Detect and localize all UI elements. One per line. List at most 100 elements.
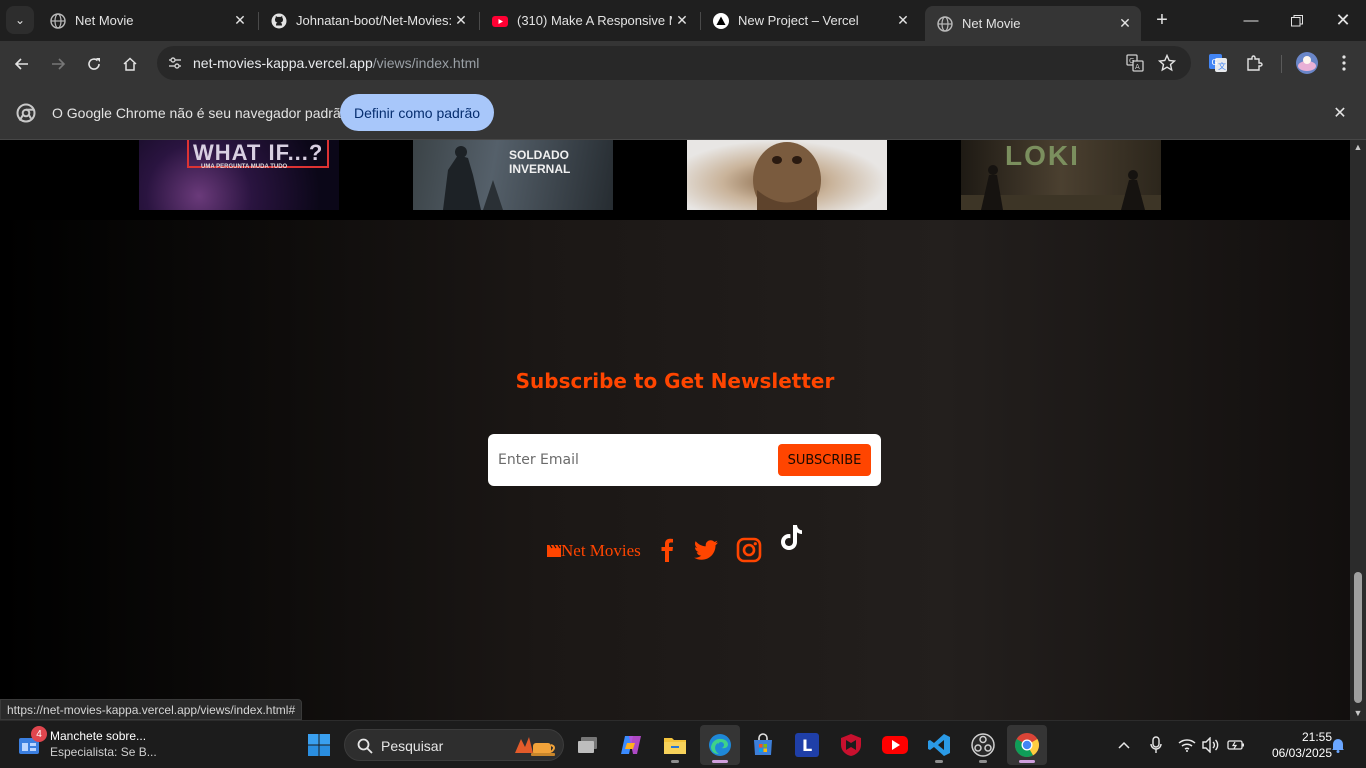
- infobar-message: O Google Chrome não é seu navegador padr…: [52, 105, 349, 121]
- google-translate-extension-icon[interactable]: G文: [1206, 51, 1230, 75]
- tab-youtube[interactable]: (310) Make A Responsive Mo ✕: [480, 0, 698, 41]
- home-button[interactable]: [116, 50, 144, 78]
- vscode-button[interactable]: [919, 725, 959, 765]
- subscribe-button[interactable]: SUBSCRIBE: [778, 444, 871, 476]
- clapperboard-icon: [547, 544, 561, 557]
- running-indicator: [979, 760, 987, 763]
- running-indicator: [671, 760, 679, 763]
- scrollbar-thumb[interactable]: [1354, 572, 1362, 703]
- mcafee-shield-icon: [841, 734, 861, 756]
- search-label: Pesquisar: [381, 738, 444, 754]
- task-view-button[interactable]: [568, 725, 608, 765]
- profile-avatar[interactable]: [1295, 51, 1319, 75]
- tab-github[interactable]: Johnatan-boot/Net-Movies: ✕: [259, 0, 477, 41]
- address-bar[interactable]: net-movies-kappa.vercel.app/views/index.…: [157, 46, 1191, 80]
- copilot-button[interactable]: [611, 725, 651, 765]
- l-app-icon: L: [795, 733, 819, 757]
- taskbar-search[interactable]: Pesquisar: [344, 729, 564, 761]
- battery-icon[interactable]: [1225, 733, 1247, 757]
- edge-button[interactable]: [700, 725, 740, 765]
- obs-button[interactable]: [963, 725, 1003, 765]
- what-if-poster[interactable]: WHAT IF...? UMA PERGUNTA MUDA TUDO: [139, 140, 339, 210]
- microphone-icon[interactable]: [1146, 733, 1166, 757]
- reload-button[interactable]: [80, 50, 108, 78]
- tab-net-movie-active[interactable]: Net Movie ✕: [925, 6, 1141, 41]
- youtube-app-button[interactable]: [875, 725, 915, 765]
- tab-strip: ⌄ Net Movie ✕ Johnatan-boot/Net-Movies: …: [0, 0, 1366, 41]
- bookmark-star-icon[interactable]: [1157, 53, 1177, 73]
- url-host: net-movies-kappa.vercel.app: [193, 55, 373, 71]
- instagram-icon[interactable]: [735, 536, 763, 564]
- forward-button[interactable]: [44, 50, 72, 78]
- notification-bell-icon[interactable]: [1328, 733, 1348, 757]
- start-button[interactable]: [299, 725, 339, 765]
- vscode-icon: [928, 734, 950, 756]
- scroll-down-arrow-icon[interactable]: ▼: [1353, 708, 1363, 718]
- site-info-icon[interactable]: [165, 53, 185, 73]
- tab-title: New Project – Vercel: [738, 13, 859, 28]
- chrome-icon: [1014, 733, 1040, 758]
- close-icon[interactable]: ✕: [451, 11, 471, 31]
- svg-text:G: G: [1212, 58, 1218, 67]
- microsoft-store-button[interactable]: [743, 725, 783, 765]
- page-scrollbar[interactable]: ▲ ▼: [1350, 140, 1366, 720]
- news-headline: Manchete sobre...: [50, 729, 147, 743]
- restore-button[interactable]: [1274, 0, 1320, 41]
- windows-taskbar: 4 Manchete sobre... Especialista: Se B..…: [0, 720, 1366, 768]
- close-icon[interactable]: ✕: [672, 11, 692, 31]
- news-widget[interactable]: 4 Manchete sobre... Especialista: Se B..…: [18, 726, 218, 761]
- translate-icon[interactable]: GA: [1125, 53, 1145, 73]
- movie-posters-row: WHAT IF...? UMA PERGUNTA MUDA TUDO SOLDA…: [0, 140, 1350, 220]
- groot-poster[interactable]: [687, 140, 887, 210]
- minimize-button[interactable]: —: [1228, 0, 1274, 41]
- new-tab-button[interactable]: +: [1150, 8, 1174, 32]
- obs-icon: [971, 733, 995, 757]
- extensions-puzzle-icon[interactable]: [1242, 51, 1266, 75]
- twitter-icon[interactable]: [692, 536, 720, 564]
- taskbar-clock[interactable]: 21:55 06/03/2025: [1252, 729, 1332, 761]
- search-highlight-icon: [515, 737, 555, 756]
- scroll-up-arrow-icon[interactable]: ▲: [1353, 142, 1363, 152]
- tab-net-movie[interactable]: Net Movie ✕: [38, 0, 256, 41]
- tab-search-button[interactable]: ⌄: [6, 6, 34, 34]
- tab-vercel[interactable]: New Project – Vercel ✕: [701, 0, 919, 41]
- email-input[interactable]: [498, 445, 758, 475]
- loki-poster[interactable]: LOKI: [961, 140, 1161, 210]
- news-subline: Especialista: Se B...: [50, 745, 157, 759]
- windows-logo-icon: [308, 734, 330, 756]
- close-icon[interactable]: ✕: [1330, 103, 1350, 123]
- tab-title: Johnatan-boot/Net-Movies:: [296, 13, 451, 28]
- poster-title: SOLDADO INVERNAL: [509, 148, 571, 176]
- default-browser-infobar: O Google Chrome não é seu navegador padr…: [0, 86, 1366, 140]
- set-default-button[interactable]: Definir como padrão: [340, 94, 494, 131]
- reload-icon: [88, 58, 100, 70]
- close-icon[interactable]: ✕: [1115, 14, 1135, 34]
- web-page: WHAT IF...? UMA PERGUNTA MUDA TUDO SOLDA…: [0, 140, 1350, 720]
- chrome-menu-icon[interactable]: [1332, 51, 1356, 75]
- close-icon[interactable]: ✕: [893, 11, 913, 31]
- tiktok-icon[interactable]: [778, 523, 806, 551]
- close-icon[interactable]: ✕: [230, 11, 250, 31]
- copilot-icon: [621, 736, 641, 754]
- svg-text:文: 文: [1218, 61, 1226, 71]
- chrome-button[interactable]: [1007, 725, 1047, 765]
- groot-figure-art: [753, 142, 821, 210]
- forward-arrow-icon: [52, 58, 66, 70]
- wifi-icon[interactable]: [1176, 733, 1198, 757]
- clock-date: 06/03/2025: [1271, 746, 1332, 760]
- svg-text:G: G: [1129, 57, 1134, 65]
- close-window-button[interactable]: ✕: [1320, 0, 1366, 41]
- footer-brand[interactable]: Net Movies: [547, 541, 641, 561]
- running-indicator: [1019, 760, 1035, 763]
- l-app-button[interactable]: L: [787, 725, 827, 765]
- browser-toolbar: net-movies-kappa.vercel.app/views/index.…: [0, 41, 1366, 86]
- facebook-icon[interactable]: [653, 536, 681, 564]
- back-button[interactable]: [8, 50, 36, 78]
- mcafee-button[interactable]: [831, 725, 871, 765]
- file-explorer-button[interactable]: [655, 725, 695, 765]
- winter-soldier-poster[interactable]: SOLDADO INVERNAL: [413, 140, 613, 210]
- volume-icon[interactable]: [1200, 733, 1222, 757]
- folder-icon: [664, 738, 686, 754]
- store-icon: [754, 733, 772, 755]
- show-hidden-icons-chevron-icon[interactable]: [1114, 733, 1134, 757]
